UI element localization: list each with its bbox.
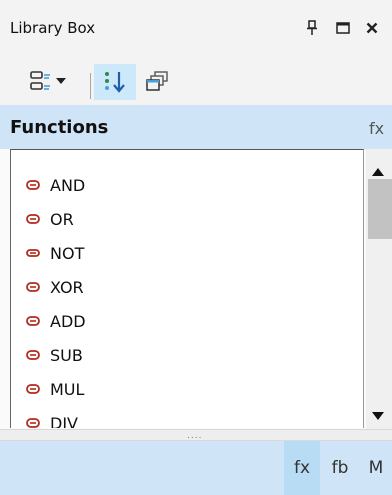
list-item-label: XOR xyxy=(50,277,84,297)
list-view-dropdown-icon xyxy=(30,71,66,90)
list-item-mul[interactable]: MUL xyxy=(11,372,363,406)
list-item-sub[interactable]: SUB xyxy=(11,338,363,372)
function-block-icon xyxy=(24,213,42,225)
list-item-label: ADD xyxy=(50,311,86,331)
maximize-icon[interactable] xyxy=(331,14,355,42)
list-item-or[interactable]: OR xyxy=(11,202,363,236)
splitter-grip: .... xyxy=(187,431,203,441)
inverter-icon xyxy=(24,247,42,259)
list-item-label: MUL xyxy=(50,379,85,399)
list-item-xor[interactable]: XOR xyxy=(11,270,363,304)
scrollbar-thumb[interactable] xyxy=(368,179,392,239)
toolbar-separator xyxy=(90,73,91,99)
section-title: Functions xyxy=(10,117,109,138)
functions-list-panel: AND OR NOT XOR ADD SUB MUL DIV xyxy=(0,149,392,429)
list-item-and[interactable]: AND xyxy=(11,168,363,202)
list-item-add[interactable]: ADD xyxy=(11,304,363,338)
list-item-label: OR xyxy=(50,209,74,229)
function-block-icon xyxy=(24,179,42,191)
view-options-dropdown[interactable] xyxy=(22,64,78,100)
tab-fx-label: fx xyxy=(293,458,311,478)
toolbar xyxy=(0,59,392,105)
scroll-up-arrow-icon[interactable] xyxy=(372,161,384,180)
title-bar: Library Box xyxy=(0,0,392,59)
scroll-down-arrow-icon[interactable] xyxy=(372,405,384,424)
close-icon[interactable] xyxy=(360,14,384,42)
list-item-label: SUB xyxy=(50,345,83,365)
pin-icon[interactable] xyxy=(300,14,324,42)
vertical-scrollbar[interactable] xyxy=(366,149,392,429)
tab-fb-label: fb xyxy=(331,458,349,478)
function-block-icon xyxy=(24,281,42,293)
function-block-icon xyxy=(24,383,42,395)
library-tab-bar: fx fb M xyxy=(0,441,392,495)
list-item-not[interactable]: NOT xyxy=(11,236,363,270)
tab-m-label: M xyxy=(368,458,384,478)
list-item-label: DIV xyxy=(50,413,78,429)
list-item-div[interactable]: DIV xyxy=(11,406,363,428)
function-block-icon xyxy=(24,315,42,327)
tab-fx[interactable]: fx xyxy=(284,441,320,495)
sort-icon xyxy=(105,72,125,93)
tab-fb[interactable]: fb xyxy=(322,441,358,495)
section-header: Functions fx xyxy=(0,105,392,149)
list-item-label: NOT xyxy=(50,243,85,263)
sort-button[interactable] xyxy=(94,64,136,100)
panel-splitter[interactable]: .... xyxy=(0,429,392,441)
window-title: Library Box xyxy=(10,19,96,37)
function-block-icon xyxy=(24,417,42,428)
functions-list[interactable]: AND OR NOT XOR ADD SUB MUL DIV xyxy=(10,149,364,428)
tab-m[interactable]: M xyxy=(360,441,392,495)
collapse-button[interactable] xyxy=(140,64,176,100)
stacked-windows-icon xyxy=(146,71,168,91)
fx-icon: fx xyxy=(369,119,385,138)
list-item-label: AND xyxy=(50,175,86,195)
function-block-icon xyxy=(24,349,42,361)
